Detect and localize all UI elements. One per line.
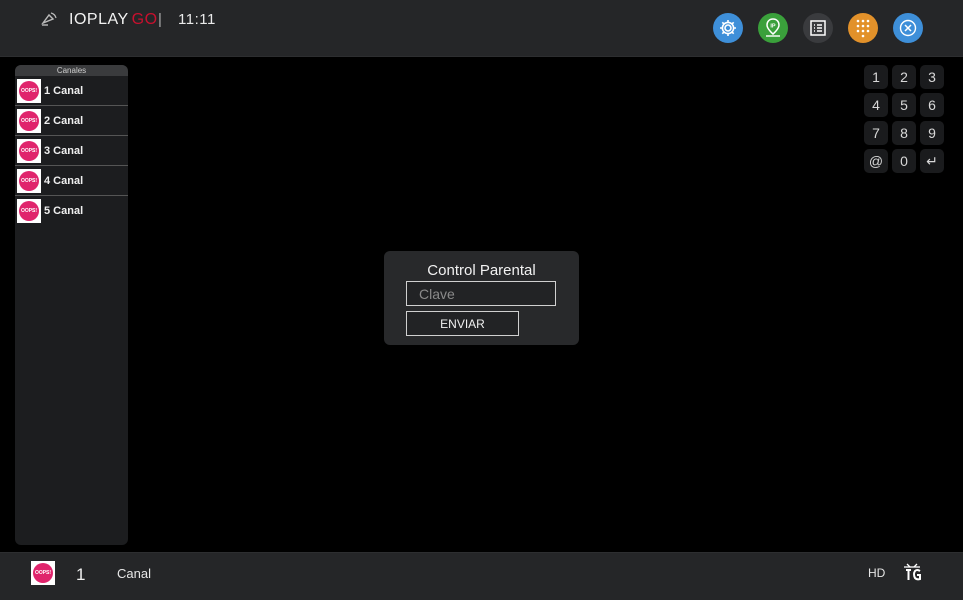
key-at[interactable]: @ — [864, 149, 888, 173]
close-button[interactable] — [893, 13, 923, 43]
list-icon — [810, 20, 826, 36]
app-brand: IOPLAY GO — [69, 11, 158, 29]
key-7[interactable]: 7 — [864, 121, 888, 145]
epg-tv-guide-icon[interactable] — [901, 563, 923, 583]
map-pin-ip-icon: IP — [766, 18, 780, 37]
channel-item-3[interactable]: OOPS! 3 Canal — [15, 136, 128, 166]
top-bar: IOPLAY GO | 11:11 IP — [0, 0, 963, 57]
key-1[interactable]: 1 — [864, 65, 888, 89]
clock: 11:11 — [178, 11, 216, 28]
channel-sidebar: Canales OOPS! 1 Canal OOPS! 2 Canal OOPS… — [15, 65, 128, 545]
channel-label: 1 Canal — [44, 84, 84, 97]
dialpad-button[interactable] — [848, 13, 878, 43]
channel-item-1[interactable]: OOPS! 1 Canal — [15, 76, 128, 106]
ip-location-button[interactable]: IP — [758, 13, 788, 43]
sidebar-title: Canales — [15, 65, 128, 76]
svg-text:IP: IP — [770, 24, 776, 30]
brand-main: IOPLAY — [69, 11, 129, 28]
key-5[interactable]: 5 — [892, 93, 916, 117]
header-divider: | — [158, 11, 162, 28]
close-circle-icon — [899, 19, 917, 37]
channel-logo: OOPS! — [17, 78, 41, 103]
dialpad-icon — [856, 19, 870, 38]
current-channel-logo: OOPS! — [31, 561, 55, 585]
numeric-keypad: 1 2 3 4 5 6 7 8 9 @ 0 ↵ — [864, 65, 946, 173]
current-channel-number: 1 — [76, 565, 86, 584]
password-input[interactable] — [406, 281, 556, 306]
key-9[interactable]: 9 — [920, 121, 944, 145]
channel-logo: OOPS! — [17, 108, 41, 133]
channel-logo: OOPS! — [17, 138, 41, 163]
key-6[interactable]: 6 — [920, 93, 944, 117]
parental-control-dialog: Control Parental ENVIAR — [384, 251, 579, 345]
brand-suffix: GO — [131, 11, 158, 28]
key-2[interactable]: 2 — [892, 65, 916, 89]
send-button[interactable]: ENVIAR — [406, 311, 519, 336]
gear-icon — [720, 20, 736, 36]
channel-item-4[interactable]: OOPS! 4 Canal — [15, 166, 128, 196]
current-channel-name: Canal — [117, 566, 151, 581]
channel-item-2[interactable]: OOPS! 2 Canal — [15, 106, 128, 136]
channel-logo: OOPS! — [17, 199, 41, 223]
channel-label: 5 Canal — [44, 205, 84, 217]
quality-badge: HD — [868, 566, 886, 580]
channel-label: 2 Canal — [44, 114, 84, 127]
channel-label: 3 Canal — [44, 144, 84, 157]
settings-button[interactable] — [713, 13, 743, 43]
bottom-bar: OOPS! 1 Canal HD — [0, 552, 963, 600]
channel-logo: OOPS! — [17, 168, 41, 193]
key-enter[interactable]: ↵ — [920, 149, 944, 173]
key-8[interactable]: 8 — [892, 121, 916, 145]
dialog-title: Control Parental — [427, 262, 536, 279]
key-0[interactable]: 0 — [892, 149, 916, 173]
channel-item-5[interactable]: OOPS! 5 Canal — [15, 196, 128, 226]
channel-label: 4 Canal — [44, 174, 84, 187]
key-4[interactable]: 4 — [864, 93, 888, 117]
key-3[interactable]: 3 — [920, 65, 944, 89]
satellite-dish-icon — [40, 12, 57, 26]
channel-list-button[interactable] — [803, 13, 833, 43]
